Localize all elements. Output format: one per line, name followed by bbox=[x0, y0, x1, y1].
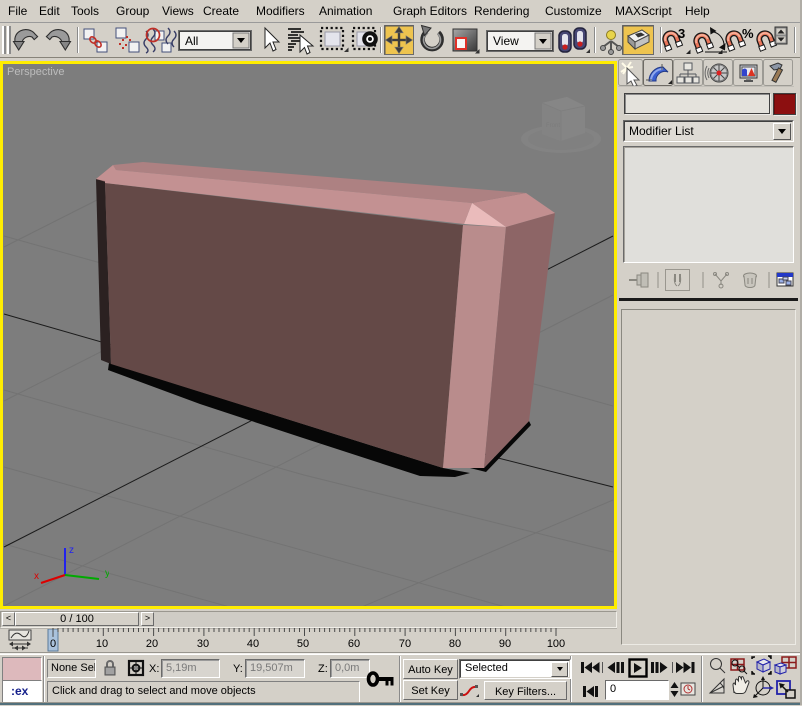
svg-text:All: All bbox=[185, 34, 198, 48]
svg-text:%: % bbox=[742, 26, 754, 41]
svg-text:y: y bbox=[105, 568, 109, 579]
svg-text:View: View bbox=[493, 34, 519, 48]
svg-text:Front: Front bbox=[546, 123, 560, 129]
svg-text:3: 3 bbox=[678, 26, 685, 41]
svg-text:z: z bbox=[69, 545, 74, 556]
svg-text:x: x bbox=[34, 571, 39, 582]
